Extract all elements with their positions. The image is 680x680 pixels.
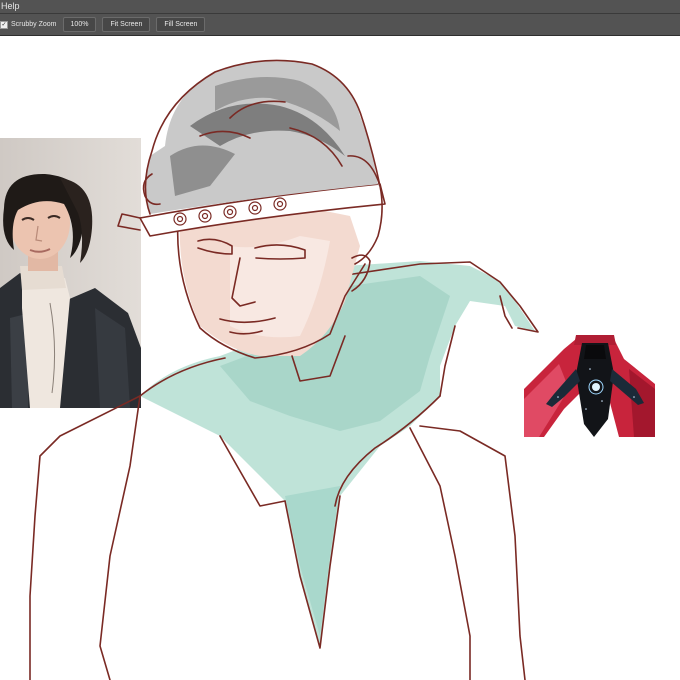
character-sketch [29, 59, 539, 680]
fit-screen-button[interactable]: Fit Screen [102, 17, 151, 32]
zoom-100-button[interactable]: 100% [62, 17, 97, 32]
tool-options-bar: ✓ Scrubby Zoom 100% Fit Screen Fill Scre… [0, 14, 680, 36]
scrubby-zoom-checkbox[interactable]: ✓ [0, 20, 8, 29]
scrubby-zoom-option[interactable]: ✓ Scrubby Zoom [0, 20, 57, 29]
menu-bar: Help [0, 0, 680, 14]
menu-help[interactable]: Help [0, 1, 20, 11]
fill-screen-button[interactable]: Fill Screen [156, 17, 206, 32]
scrubby-zoom-label: Scrubby Zoom [11, 21, 57, 28]
